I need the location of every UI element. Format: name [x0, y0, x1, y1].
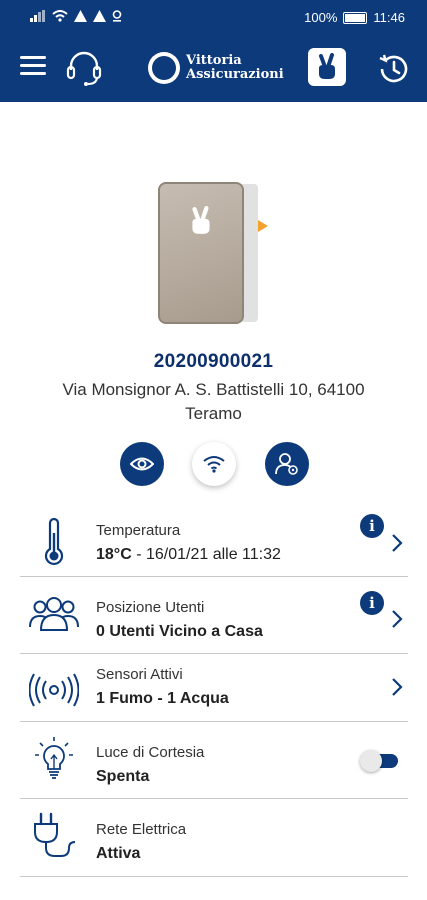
- victory-hand-icon: [319, 53, 335, 79]
- victory-hand-button[interactable]: [308, 48, 346, 86]
- users-icon: [28, 587, 80, 639]
- hamburger-menu-icon[interactable]: [20, 56, 46, 78]
- device-id: 20200900021: [153, 351, 274, 372]
- status-bar: 100% 11:46: [0, 0, 427, 34]
- device-image: [158, 182, 270, 326]
- device-led: [258, 220, 268, 232]
- chevron-right-icon: [392, 610, 403, 628]
- row-courtesy-light: Luce di Cortesia Spenta: [20, 722, 408, 799]
- courtesy-light-toggle[interactable]: [360, 750, 398, 772]
- location-status-icon: [112, 10, 122, 22]
- toggle-knob: [360, 750, 382, 772]
- info-icon[interactable]: i: [360, 514, 384, 538]
- clock: 11:46: [373, 10, 405, 25]
- eye-icon: [130, 457, 154, 471]
- wifi-status-icon: [52, 10, 68, 22]
- sensor-signal-icon: [28, 664, 80, 716]
- chevron-right-icon: [392, 534, 403, 552]
- warning-icon: [74, 10, 87, 22]
- sensors-title: Sensori Attivi: [96, 666, 183, 683]
- chevron-right-icon: [392, 678, 403, 696]
- row-active-sensors[interactable]: Sensori Attivi 1 Fumo - 1 Acqua: [20, 654, 408, 722]
- status-icons-left: [30, 10, 122, 22]
- power-value: Attiva: [96, 845, 141, 862]
- temperature-title: Temperatura: [96, 522, 181, 539]
- users-value: 0 Utenti Vicino a Casa: [96, 623, 263, 640]
- temperature-value: 18°C - 16/01/21 alle 11:32: [96, 546, 281, 564]
- logo-line-1: Vittoria: [186, 53, 242, 68]
- device-address: Via Monsignor A. S. Battistelli 10, 6410…: [62, 380, 365, 423]
- battery-icon: [343, 11, 368, 24]
- courtesy-light-value: Spenta: [96, 768, 150, 785]
- device-victory-logo-icon: [192, 206, 210, 234]
- brand-logo: Vittoria Assicurazioni: [148, 52, 284, 84]
- users-title: Posizione Utenti: [96, 599, 205, 616]
- courtesy-light-title: Luce di Cortesia: [96, 744, 205, 761]
- history-icon[interactable]: [376, 52, 410, 86]
- info-icon[interactable]: i: [360, 591, 384, 615]
- temperature-timestamp: - 16/01/21 alle 11:32: [131, 546, 281, 563]
- view-button[interactable]: [120, 442, 164, 486]
- brand-logo-text: Vittoria Assicurazioni: [186, 54, 284, 82]
- power-plug-icon: [28, 809, 80, 861]
- lightbulb-icon: [28, 732, 80, 784]
- user-settings-icon: [275, 453, 298, 475]
- power-title: Rete Elettrica: [96, 821, 187, 838]
- logo-line-2: Assicurazioni: [186, 67, 284, 82]
- warning-icon-2: [93, 10, 106, 22]
- sensors-value: 1 Fumo - 1 Acqua: [96, 690, 229, 707]
- user-settings-button[interactable]: [265, 442, 309, 486]
- row-temperature[interactable]: Temperatura 18°C - 16/01/21 alle 11:32 i: [20, 506, 408, 577]
- temperature-reading: 18°C: [96, 546, 132, 563]
- signal-icon: [30, 10, 45, 22]
- wifi-icon: [203, 456, 225, 473]
- app-header: Vittoria Assicurazioni: [0, 34, 427, 102]
- battery-percentage: 100%: [304, 10, 338, 25]
- device-front: [158, 182, 244, 324]
- brand-logo-mark-icon: [148, 52, 180, 84]
- thermometer-icon: [28, 516, 80, 568]
- row-user-position[interactable]: Posizione Utenti 0 Utenti Vicino a Casa …: [20, 577, 408, 654]
- wifi-button[interactable]: [192, 442, 236, 486]
- row-power-grid: Rete Elettrica Attiva: [20, 799, 408, 877]
- status-icons-right: 100% 11:46: [304, 10, 405, 25]
- headset-support-icon[interactable]: [64, 48, 104, 88]
